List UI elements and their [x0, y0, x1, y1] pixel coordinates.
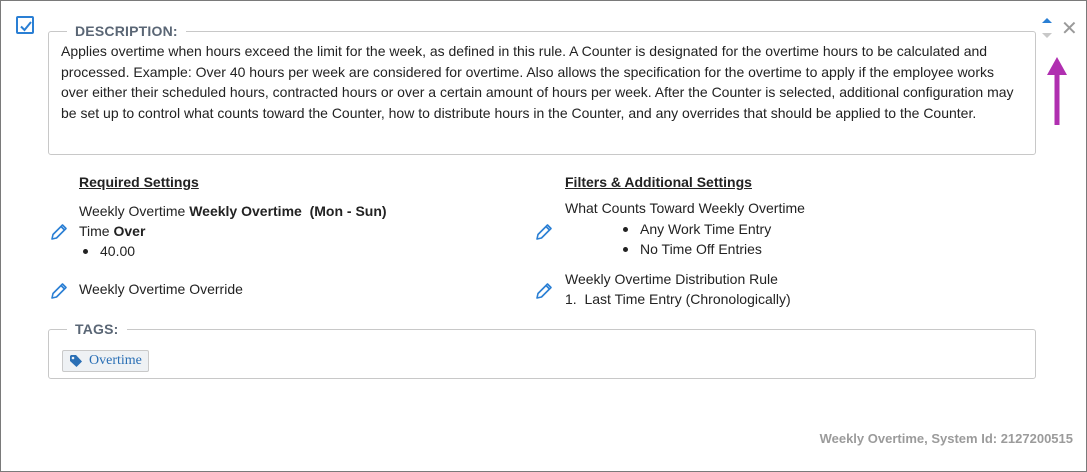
weekly-overtime-range: (Mon - Sun) [309, 203, 387, 219]
time-label: Time [79, 223, 110, 239]
pencil-icon[interactable] [534, 281, 554, 301]
counts-toward-item: No Time Off Entries [619, 239, 985, 259]
distribution-item-number: 1. [565, 291, 577, 307]
pencil-icon[interactable] [534, 222, 554, 242]
description-box: DESCRIPTION: Applies overtime when hours… [48, 23, 1036, 155]
distribution-rule-title: Weekly Overtime Distribution Rule [565, 271, 778, 287]
system-id-footer: Weekly Overtime, System Id: 2127200515 [819, 431, 1073, 446]
pencil-icon[interactable] [49, 222, 69, 242]
weekly-overtime-name: Weekly Overtime [189, 203, 302, 219]
counts-toward-setting[interactable]: What Counts Toward Weekly Overtime Any W… [565, 198, 985, 259]
tags-box: TAGS: [48, 321, 1036, 379]
weekly-overtime-override[interactable]: Weekly Overtime Override [79, 279, 243, 299]
close-icon[interactable]: ✕ [1061, 18, 1078, 38]
distribution-rule-setting[interactable]: Weekly Overtime Distribution Rule 1. Las… [565, 269, 985, 309]
select-checkbox[interactable] [16, 16, 34, 34]
distribution-item: Last Time Entry (Chronologically) [584, 291, 791, 307]
tag-chip[interactable]: Overtime [62, 350, 149, 372]
counts-toward-item: Any Work Time Entry [619, 219, 985, 239]
description-legend: DESCRIPTION: [75, 23, 178, 39]
pencil-icon[interactable] [49, 281, 69, 301]
counts-toward-title: What Counts Toward Weekly Overtime [565, 200, 805, 216]
tags-legend: TAGS: [75, 321, 119, 337]
required-settings-heading: Required Settings [79, 174, 199, 190]
weekly-overtime-setting[interactable]: Weekly Overtime Weekly Overtime (Mon - S… [79, 201, 499, 261]
checkbox-checked-icon [20, 21, 32, 32]
tag-icon [70, 355, 82, 367]
sort-up-down-icon[interactable] [1041, 15, 1053, 41]
rule-card: DESCRIPTION: Applies overtime when hours… [0, 0, 1087, 472]
time-mode: Over [113, 223, 146, 239]
description-text: Applies overtime when hours exceed the l… [61, 43, 1014, 121]
weekly-overtime-prefix: Weekly Overtime [79, 203, 186, 219]
filters-heading: Filters & Additional Settings [565, 174, 752, 190]
overtime-threshold-value: 40.00 [79, 241, 499, 261]
tag-label: Overtime [89, 353, 142, 368]
annotation-arrow-icon [1047, 57, 1067, 125]
